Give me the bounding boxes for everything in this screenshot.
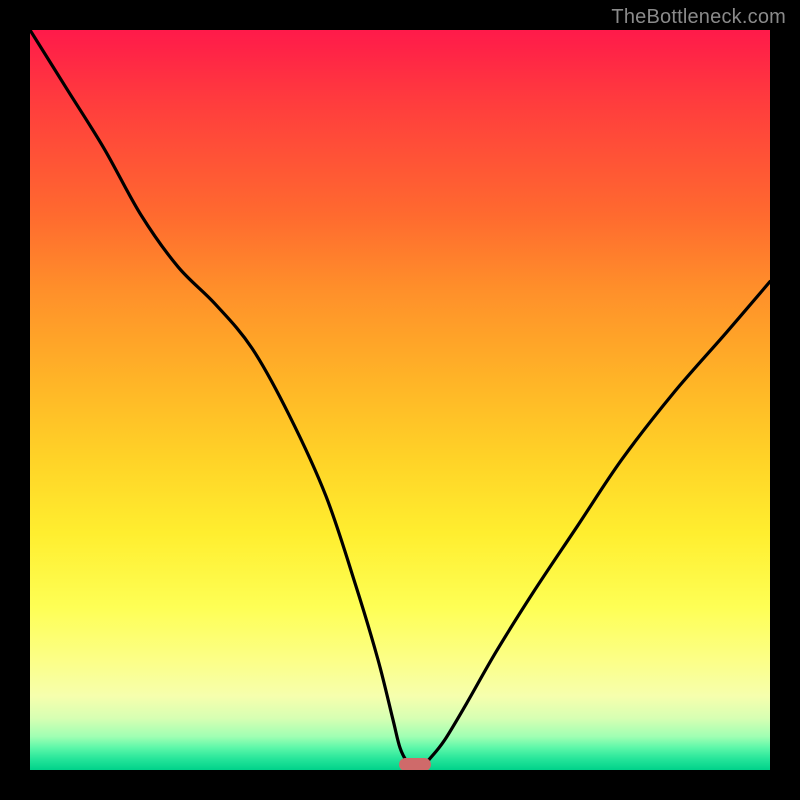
chart-frame: TheBottleneck.com	[0, 0, 800, 800]
curve-path	[30, 30, 770, 770]
plot-area	[30, 30, 770, 770]
watermark-text: TheBottleneck.com	[611, 6, 786, 29]
optimal-point-marker	[399, 758, 431, 770]
bottleneck-curve	[30, 30, 770, 770]
